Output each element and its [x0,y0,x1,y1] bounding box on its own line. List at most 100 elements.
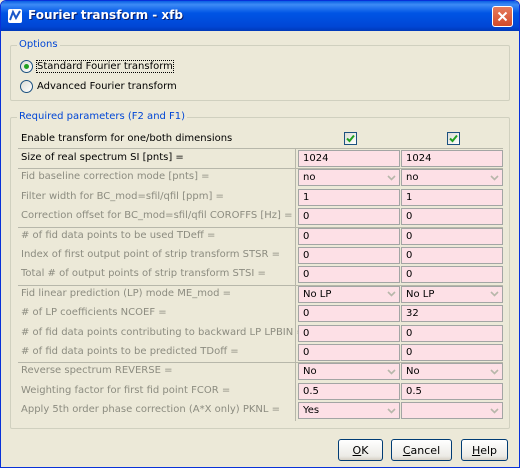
radio-label-advanced: Advanced Fourier transform [37,81,177,92]
param-field-f1[interactable]: 32 [401,305,503,323]
param-value: 0 [406,269,413,281]
param-field-f2[interactable]: 0.5 [298,382,400,400]
param-row: # of fid data points to be predicted TDo… [18,343,503,361]
param-field-f2[interactable]: 0 [298,305,400,323]
param-field-f1[interactable]: 0 [401,266,503,284]
param-label: Total # of output points of strip transf… [21,268,266,280]
param-row: Correction offset for BC_mod=sfil/qfil C… [18,207,503,226]
param-label: Fid baseline correction mode [pnts] = [21,171,210,183]
options-group: Options Standard Fourier transform Advan… [10,39,510,101]
param-value: 1 [303,191,310,203]
param-dropdown-f2[interactable]: Yes [298,402,400,420]
param-value: 0 [303,211,310,223]
param-value: Yes [303,405,320,417]
fourier-transform-dialog: Fourier transform - xfb Options Standard… [0,0,520,468]
param-field-f1[interactable]: 0 [401,247,503,264]
param-field-f2[interactable]: 0 [298,208,400,226]
checkmark-icon [449,134,458,143]
radio-button-unchecked[interactable] [20,80,33,93]
param-dropdown-f1[interactable] [401,402,503,420]
param-value: 0 [303,347,310,358]
param-field-f2[interactable]: 0 [298,344,400,361]
help-button[interactable]: Help [461,439,508,461]
radio-standard-ft[interactable]: Standard Fourier transform [20,60,174,73]
param-field-f1[interactable]: 1024 [401,150,503,167]
param-value: no [406,172,419,184]
param-dropdown-f1[interactable]: No LP [401,285,503,303]
chevron-down-icon[interactable] [487,404,501,417]
param-field-f2[interactable]: 1 [298,188,400,206]
param-value: No LP [406,288,435,300]
param-label: # of LP coefficients NCOEF = [21,307,167,319]
topspin-app-icon [8,9,22,23]
chevron-down-icon[interactable] [384,365,398,378]
param-field-f1[interactable]: 0 [401,208,503,226]
param-value: 0 [406,230,413,242]
radio-advanced-ft[interactable]: Advanced Fourier transform [20,80,177,93]
param-value: 0 [303,230,310,242]
ok-button[interactable]: OK [338,439,383,461]
column-divider [295,148,296,421]
param-field-f2[interactable]: 0 [298,247,400,264]
param-value: 0 [406,327,413,339]
param-row: Size of real spectrum SI [pnts] = 1024 102… [18,149,503,167]
param-value: No [406,366,420,378]
close-icon [497,11,508,22]
param-label: Filter width for BC_mod=sfil/qfil [ppm] … [21,190,224,202]
param-dropdown-f1[interactable]: no [401,169,503,187]
param-row: Fid baseline correction mode [pnts] = no n… [18,168,503,187]
chevron-down-icon[interactable] [384,404,398,417]
param-value: 0.5 [406,385,422,397]
param-row: Fid linear prediction (LP) mode ME_mod =… [18,285,503,303]
param-field-f1[interactable]: 0 [401,344,503,361]
param-field-f2[interactable]: 0 [298,266,400,284]
radio-button-checked[interactable] [20,60,33,73]
param-dropdown-f2[interactable]: No LP [298,285,400,303]
help-rest: elp [480,443,498,457]
chevron-down-icon[interactable] [487,365,501,378]
param-value: 0.5 [303,385,319,397]
param-value: 1024 [406,153,432,164]
param-field-f1[interactable]: 0 [401,324,503,342]
param-label: Reverse spectrum REVERSE = [21,365,173,377]
param-value: No [303,366,317,378]
param-dropdown-f1[interactable]: No [401,363,503,381]
param-label: Apply 5th order phase correction (A*X on… [21,404,281,416]
param-row: # of fid data points to be used TDeff = 0… [18,227,503,245]
param-field-f2[interactable]: 0 [298,324,400,342]
title-bar[interactable]: Fourier transform - xfb [1,1,519,31]
param-row: Weighting factor for first fid point FCO… [18,382,503,400]
param-row: Index of first output point of strip tra… [18,246,503,264]
enable-row: Enable transform for one/both dimensions [18,130,503,148]
radio-label-standard: Standard Fourier transform [36,60,174,73]
enable-f2-checkbox[interactable] [344,132,357,145]
param-field-f2[interactable]: 1024 [298,150,400,167]
cancel-rest: ancel [410,443,441,457]
param-row: Filter width for BC_mod=sfil/qfil [ppm] … [18,188,503,206]
param-value: no [303,172,316,184]
param-dropdown-f2[interactable]: no [298,169,400,187]
enable-f1-checkbox[interactable] [447,132,460,145]
ok-mnemonic: O [352,443,362,457]
param-value: 1024 [303,153,329,164]
param-value: 0 [303,308,310,320]
param-label: # of fid data points contributing to bac… [21,326,305,338]
param-row: # of fid data points contributing to bac… [18,324,503,342]
section-separator [18,148,503,149]
param-row: Apply 5th order phase correction (A*X on… [18,401,503,420]
cancel-button[interactable]: Cancel [391,439,452,461]
param-field-f1[interactable]: 0.5 [401,382,503,400]
chevron-down-icon[interactable] [487,288,501,301]
checkmark-icon [346,134,355,143]
param-row: # of LP coefficients NCOEF = 0 32 [18,304,503,323]
chevron-down-icon[interactable] [487,171,501,184]
param-field-f1[interactable]: 0 [401,227,503,245]
param-label: Correction offset for BC_mod=sfil/qfil C… [21,210,293,222]
param-label: # of fid data points to be used TDeff = [21,229,216,241]
close-button[interactable] [492,6,513,27]
chevron-down-icon[interactable] [384,288,398,301]
param-field-f1[interactable]: 1 [401,188,503,206]
param-dropdown-f2[interactable]: No [298,363,400,381]
chevron-down-icon[interactable] [384,171,398,184]
param-field-f2[interactable]: 0 [298,227,400,245]
